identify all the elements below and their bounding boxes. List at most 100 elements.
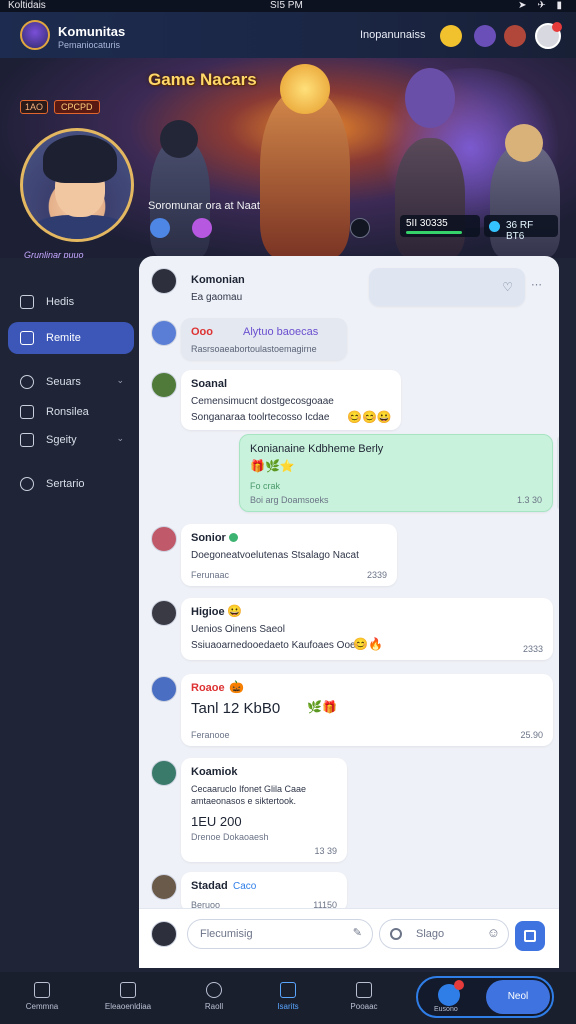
rank-badge: CPCPD: [54, 100, 100, 114]
knight-head: [505, 124, 543, 162]
composer-bar: Flecumisig ✎ Slago ☺: [139, 908, 559, 968]
emoji-picker-icon[interactable]: ☺: [487, 925, 500, 940]
message-bubble[interactable]: Ooo Alytuo baoecas Rasrsoaeabortoulastoe…: [181, 318, 347, 360]
community-icon: [280, 982, 296, 998]
message-bubble[interactable]: Stadad Caco Beruoo 11150: [181, 872, 347, 912]
message-time: 13 39: [314, 846, 337, 856]
message-bubble-own[interactable]: Konianaine Kdbheme Berly 🎁🌿⭐ Fo crak Boi…: [239, 434, 553, 512]
message-text-large: 1EU 200: [191, 814, 242, 829]
sidebar-item-community[interactable]: Remite: [8, 322, 134, 354]
notification-dot-icon: [454, 980, 464, 990]
avatar[interactable]: [151, 268, 177, 294]
emoji-icon: 😀: [227, 604, 242, 618]
message-text: Uenios Oinens Saeol: [191, 624, 285, 635]
sidebar-item-security[interactable]: Sgeity ⌄: [8, 424, 134, 456]
sidebar-item-label: Seuars: [46, 376, 81, 388]
avatar[interactable]: [151, 372, 177, 398]
attach-icon[interactable]: ✎: [353, 926, 362, 939]
new-post-button[interactable]: Neol: [486, 980, 550, 1014]
emoji-icon: 🎃: [229, 680, 244, 694]
sender-name: Roaoe: [191, 682, 225, 694]
tab-community[interactable]: Isarits: [248, 972, 328, 1024]
avatar[interactable]: [151, 320, 177, 346]
gem-icon: [489, 221, 500, 232]
message-text: Doegoneatvoelutenas Stsalago Nacat: [191, 550, 359, 561]
friend-avatar-icon[interactable]: [474, 25, 496, 47]
gem-stat: 36 RF BT6: [484, 215, 558, 242]
home-icon: [20, 295, 34, 309]
tab-favorites[interactable]: Raoll: [174, 972, 254, 1024]
sender-name: Soanal: [191, 378, 228, 390]
message-meta: Feranooe: [191, 730, 230, 740]
fab-group[interactable]: Eusono Neol: [416, 976, 554, 1018]
mage-figure: [395, 138, 465, 258]
shield-icon[interactable]: [150, 218, 170, 238]
avatar[interactable]: [151, 874, 177, 900]
sidebar-item-home[interactable]: Hedis: [8, 286, 134, 318]
composer-avatar[interactable]: [151, 921, 177, 947]
user-avatar[interactable]: [535, 22, 562, 49]
sidebar-item-label: Hedis: [46, 296, 75, 308]
scroll-indicator[interactable]: [557, 436, 559, 510]
message-tag: Alytuo baoecas: [243, 326, 319, 338]
tab-shop[interactable]: Pooaac: [324, 972, 404, 1024]
notification-bell-icon[interactable]: [440, 25, 462, 47]
avatar-shirt: [31, 215, 129, 239]
message-bubble[interactable]: Higioe 😀 Uenios Oinens Saeol Ssiuaoarned…: [181, 598, 553, 660]
sender-name: Higioe: [191, 606, 225, 618]
message-input[interactable]: Flecumisig ✎: [187, 919, 373, 949]
sidebar-item-search[interactable]: Seuars ⌄: [8, 366, 134, 398]
message-bubble[interactable]: Roaoe 🎃 Tanl 12 KbB0 🌿🎁 Feranooe 25.90: [181, 674, 553, 746]
settings-gear-icon[interactable]: [350, 218, 370, 238]
message-text: amtaeonasos e siktertook.: [191, 796, 297, 806]
emoji-group-icon: 🌿🎁: [307, 700, 337, 714]
message-text: Cecaaruclo Ifonet Glila Caae: [191, 784, 307, 794]
avatar[interactable]: [151, 600, 177, 626]
guild-avatar-icon[interactable]: [504, 25, 526, 47]
reaction-pill[interactable]: ♡: [369, 268, 525, 306]
chevron-down-icon: ⌄: [116, 433, 124, 443]
sidebar: Hedis Remite Seuars ⌄ Ronsilea Sgeity ⌄ …: [0, 258, 138, 972]
online-status-icon: [229, 533, 238, 542]
sender-name: Konianaine Kdbheme Berly: [250, 443, 384, 455]
demon-figure: [405, 68, 455, 128]
message-bubble[interactable]: Sonior Doegoneatvoelutenas Stsalago Naca…: [181, 524, 397, 586]
chat-panel[interactable]: Komonian Ea gaomau ♡ ⋯ Ooo Alytuo baoeca…: [139, 256, 559, 968]
sender-name: Sonior: [191, 532, 226, 544]
avatar[interactable]: [151, 676, 177, 702]
send-button[interactable]: [515, 921, 545, 951]
tab-home[interactable]: Cemmna: [2, 972, 82, 1024]
emoji-group-icon: 😊🔥: [353, 637, 383, 651]
carrier-text: Koltidais: [8, 0, 46, 11]
sticker-input[interactable]: Slago ☺: [379, 919, 509, 949]
community-logo-icon[interactable]: [20, 20, 50, 50]
tab-events[interactable]: Eleaoenldiaa: [88, 972, 168, 1024]
message-time: 1.3 30: [516, 495, 542, 505]
sticker-input-text: Slago: [416, 928, 445, 940]
hero-warrior-head: [280, 64, 330, 114]
more-options-icon[interactable]: ⋯: [531, 278, 542, 291]
hero-names-line: Soromunar ora at Naat: [148, 200, 260, 212]
avatar[interactable]: [151, 526, 177, 552]
tab-label: Isarits: [277, 1002, 299, 1011]
message-bubble[interactable]: Koamiok Cecaaruclo Ifonet Glila Caae amt…: [181, 758, 347, 862]
chevron-down-icon: ⌄: [116, 375, 124, 385]
message-bubble[interactable]: Komonian Ea gaomau: [181, 266, 287, 306]
message-text: Ssiuaoarnedooedaeto Kaufoaes Ooe: [191, 640, 356, 651]
home-icon: [34, 982, 50, 998]
message-bubble[interactable]: Soanal Cemensimucnt dostgecosgoaae Songa…: [181, 370, 401, 430]
record-icon[interactable]: [390, 928, 402, 940]
emoji-group-icon: 🎁🌿⭐: [250, 459, 295, 473]
send-icon: [524, 930, 536, 942]
message-meta: Ferunaac: [191, 570, 230, 580]
heart-icon[interactable]: ♡: [502, 280, 513, 294]
profile-avatar[interactable]: [20, 128, 134, 242]
avatar[interactable]: [151, 760, 177, 786]
magic-icon[interactable]: [192, 218, 212, 238]
status-bar: Koltidais SI5 PM ➤ ✈ ▮: [0, 0, 576, 12]
tab-label: Pooaac: [350, 1002, 378, 1011]
username-text[interactable]: Inopanunaiss: [360, 29, 425, 41]
message-text: Cemensimucnt dostgecosgoaae: [191, 396, 334, 407]
sender-name: Komonian: [191, 274, 245, 286]
sidebar-item-settings[interactable]: Sertario: [8, 468, 134, 500]
